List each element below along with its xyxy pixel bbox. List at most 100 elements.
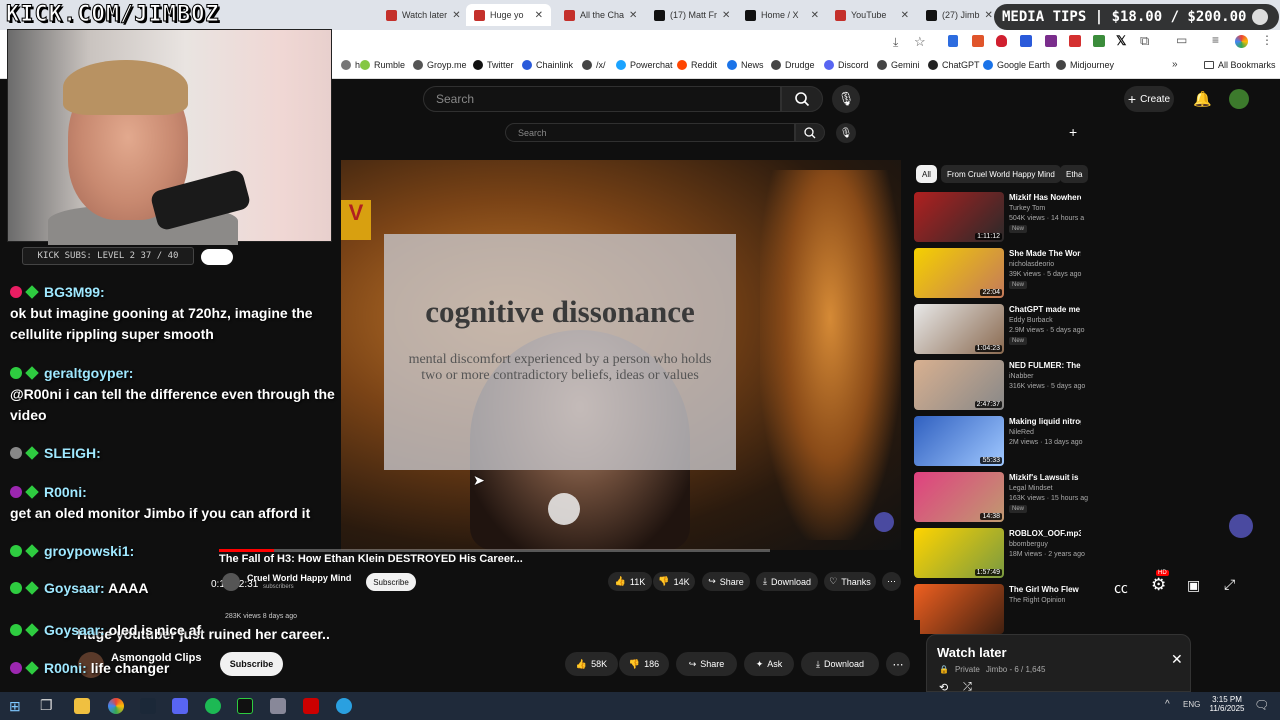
chat-username[interactable]: geraltgoyper:	[44, 365, 133, 381]
search-input-secondary[interactable]: Search	[505, 123, 795, 142]
bookmark-item[interactable]: ChatGPT	[928, 60, 980, 70]
extension-icon[interactable]	[972, 35, 984, 47]
chat-username[interactable]: R00ni:	[44, 484, 87, 500]
browser-tab[interactable]: (17) Matt Fr ✕	[646, 4, 734, 26]
browser-tab[interactable]: (27) Jimb ✕	[918, 4, 994, 26]
close-icon[interactable]: ✕	[901, 10, 909, 21]
task-view-icon[interactable]: ❐	[40, 697, 53, 714]
captions-icon[interactable]: ㏄	[1114, 578, 1128, 598]
recommendation-title[interactable]: ROBLOX_OOF.mp3	[1009, 528, 1081, 539]
chat-username[interactable]: SLEIGH:	[44, 445, 101, 461]
steam-icon[interactable]	[140, 698, 156, 714]
channel-watermark-secondary[interactable]	[1229, 514, 1253, 538]
chat-username[interactable]: R00ni:	[44, 660, 87, 676]
recommendation-title[interactable]: ChatGPT made me d	[1009, 304, 1081, 315]
filter-chip[interactable]: Etha	[1060, 165, 1089, 183]
windows-start-icon[interactable]: ⊞	[9, 698, 21, 715]
browser-tab[interactable]: Watch later ✕	[378, 4, 460, 26]
recommendation-item[interactable]: 55:33 Making liquid nitroge NileRed 2M view…	[914, 416, 1083, 470]
filter-chip[interactable]: From Cruel World Happy Mind	[941, 165, 1061, 183]
more-actions-button[interactable]: ⋯	[886, 652, 910, 676]
spotify-icon[interactable]	[205, 698, 221, 714]
browser-tab[interactable]: All the Cha ✕	[556, 4, 644, 26]
avatar[interactable]	[1229, 89, 1249, 109]
recommendation-title[interactable]: NED FULMER: The H	[1009, 360, 1081, 371]
extension-icon[interactable]	[1045, 35, 1057, 47]
filter-chip[interactable]: All	[916, 165, 937, 183]
recommendation-channel[interactable]: Legal Mindset	[1009, 485, 1053, 492]
recommendation-channel[interactable]: Eddy Burback	[1009, 317, 1053, 324]
dislike-button[interactable]: 👎 186	[619, 652, 669, 676]
bookmark-item[interactable]: Drudge	[771, 60, 815, 70]
clock[interactable]: 3:15 PM 11/6/2025	[1207, 695, 1247, 713]
sidepanel-icon[interactable]: ▭	[1176, 33, 1187, 47]
app-icon[interactable]	[303, 698, 319, 714]
bookmark-item[interactable]: Reddit	[677, 60, 717, 70]
recommendation-title[interactable]: Mizkif's Lawsuit is	[1009, 472, 1081, 483]
like-button[interactable]: 👍 11K	[608, 572, 652, 591]
browser-tab[interactable]: YouTube ✕	[827, 4, 917, 26]
close-icon[interactable]: ✕	[811, 10, 819, 21]
ublock-icon[interactable]	[996, 35, 1007, 47]
search-button-secondary[interactable]	[795, 123, 825, 142]
fullscreen-icon[interactable]: ⤢	[1224, 576, 1235, 593]
share-button[interactable]: ↪ Share	[702, 572, 750, 591]
settings-gear-icon[interactable]: ⚙	[1151, 575, 1166, 595]
voice-search-button[interactable]: 🎙	[832, 85, 860, 113]
share-button[interactable]: ↪ Share	[676, 652, 737, 676]
subscribe-button[interactable]: Subscribe	[366, 573, 416, 591]
bookmark-item[interactable]: Rumble	[360, 60, 405, 70]
chat-username[interactable]: BG3M99:	[44, 284, 105, 300]
profile-icon[interactable]	[1235, 35, 1248, 48]
recommendation-channel[interactable]: Turkey Tom	[1009, 205, 1045, 212]
bookmark-item[interactable]: Groyp.me	[413, 60, 467, 70]
chat-username[interactable]: groypowski1:	[44, 543, 134, 559]
close-icon[interactable]: ✕	[1171, 651, 1183, 668]
close-icon[interactable]: ✕	[629, 10, 637, 21]
language-indicator[interactable]: ENG	[1183, 700, 1200, 709]
bookmark-item[interactable]: Gemini	[877, 60, 920, 70]
recommendation-item[interactable]: 14:38 Mizkif's Lawsuit is Legal Mindset 163…	[914, 472, 1088, 526]
chat-username[interactable]: Goysaar:	[44, 580, 105, 596]
recommendation-channel[interactable]: nicholasdeorio	[1009, 261, 1054, 268]
recommendation-item[interactable]: 1:04:23 ChatGPT made me d Eddy Burback 2.9M…	[914, 304, 1084, 358]
search-input[interactable]: Search	[423, 86, 781, 112]
recommendation-channel[interactable]: iNabber	[1009, 373, 1034, 380]
install-icon[interactable]: ⤓	[893, 35, 898, 50]
kebab-menu-icon[interactable]: ⋮	[1261, 33, 1273, 47]
miniplayer-icon[interactable]: ▣	[1187, 577, 1200, 594]
bookmark-item[interactable]: Discord	[824, 60, 869, 70]
recommendation-title[interactable]: She Made The Worst	[1009, 248, 1081, 259]
chrome-icon[interactable]	[108, 698, 124, 714]
ask-button[interactable]: ✦ Ask	[744, 652, 794, 676]
bookmark-item[interactable]: News	[727, 60, 764, 70]
mic-icon[interactable]: 🎙	[836, 123, 856, 143]
browser-tab[interactable]: Huge yo ✕	[466, 4, 551, 26]
extension-icon[interactable]	[948, 35, 958, 47]
download-button[interactable]: ⤓ Download	[756, 572, 818, 591]
extension-icon[interactable]	[1020, 35, 1032, 47]
create-button[interactable]: + Create	[1124, 86, 1174, 112]
app-icon[interactable]	[270, 698, 286, 714]
star-icon[interactable]: ☆	[914, 34, 926, 50]
recommendation-title[interactable]: Mizkif Has Nowhere	[1009, 192, 1081, 203]
bookmark-item[interactable]: Chainlink	[522, 60, 573, 70]
puzzle-icon[interactable]: ⧉	[1140, 33, 1149, 49]
recommendation-item[interactable]: 1:11:12 Mizkif Has Nowhere Turkey Tom 504K …	[914, 192, 1084, 246]
bookmark-item[interactable]: Powerchat	[616, 60, 673, 70]
bookmark-item[interactable]: /x/	[582, 60, 606, 70]
close-icon[interactable]: ✕	[985, 10, 993, 21]
recommendation-title[interactable]: Making liquid nitroge	[1009, 416, 1081, 427]
bookmark-item[interactable]: Twitter	[473, 60, 514, 70]
like-button[interactable]: 👍 58K	[565, 652, 618, 676]
terminal-icon[interactable]	[237, 698, 253, 714]
extension-icon[interactable]	[1093, 35, 1105, 47]
download-button[interactable]: ⤓ Download	[801, 652, 879, 676]
browser-tab[interactable]: Home / X ✕	[737, 4, 827, 26]
file-explorer-icon[interactable]	[74, 698, 90, 714]
extension-icon[interactable]	[1069, 35, 1081, 47]
close-icon[interactable]: ✕	[722, 10, 730, 21]
discord-icon[interactable]	[172, 698, 188, 714]
thanks-button[interactable]: ♡ Thanks	[824, 572, 876, 591]
channel-watermark[interactable]	[874, 512, 894, 532]
